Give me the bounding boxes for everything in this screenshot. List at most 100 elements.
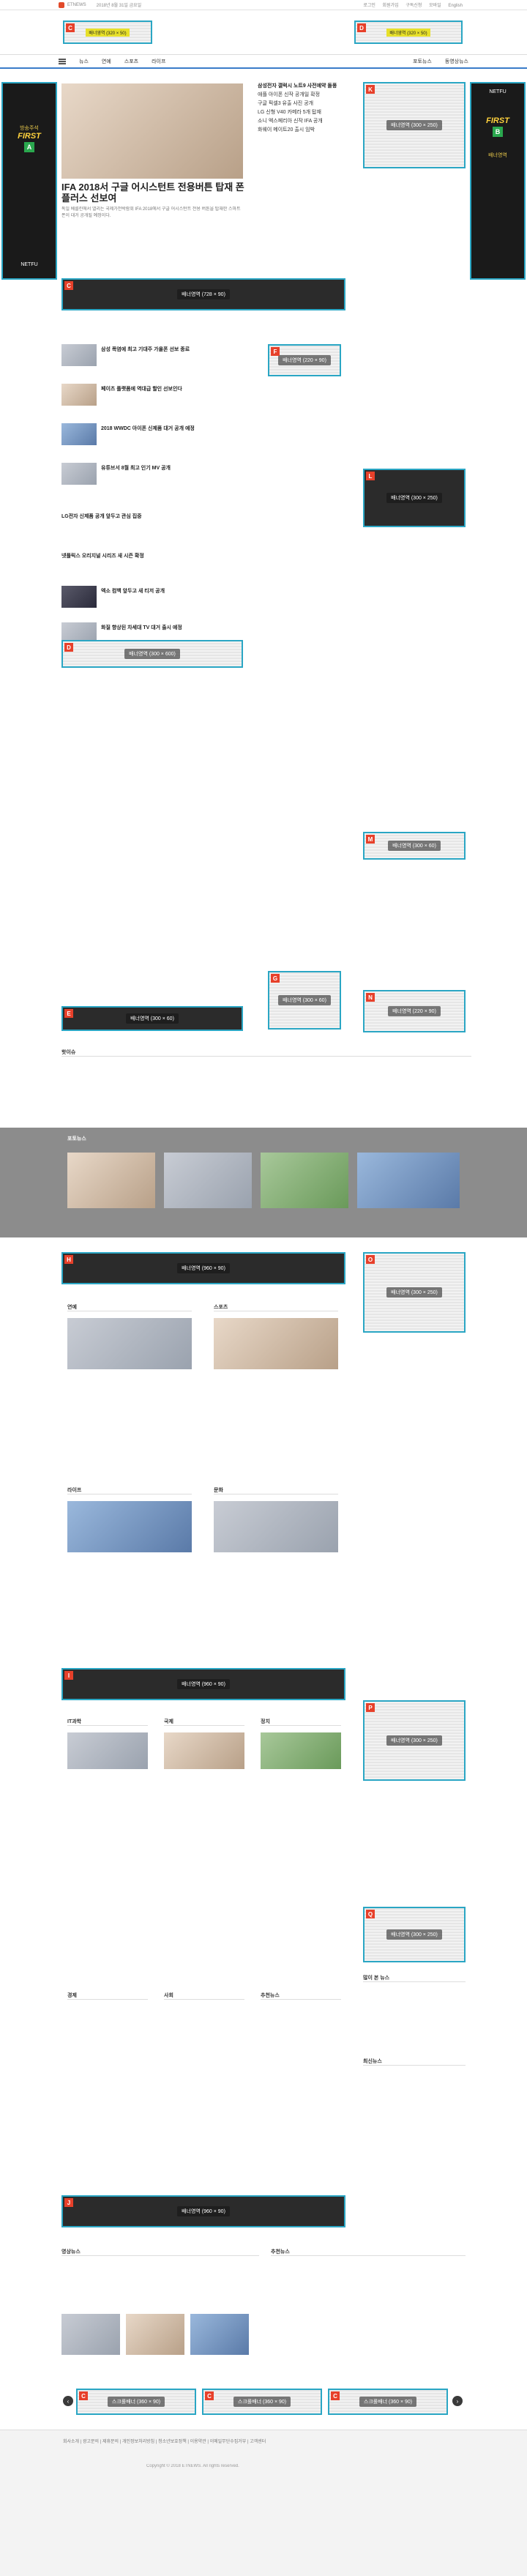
headline-image[interactable]	[61, 83, 243, 179]
ad-label: J	[64, 2198, 73, 2207]
footer-link[interactable]: 광고문의	[83, 2440, 99, 2444]
nav-news[interactable]: 뉴스	[79, 58, 89, 65]
ad-l[interactable]: L 배너영역 (300 × 250)	[363, 469, 466, 527]
side-ad-brand: FIRST	[18, 132, 41, 141]
ad-e[interactable]: E 배너영역 (300 × 60)	[61, 1006, 243, 1031]
top-links: 로그인 회원가입 구독신청 모바일 English	[363, 1, 468, 8]
video-thumb[interactable]	[126, 2314, 184, 2355]
ad-text: 배너영역 (220 × 90)	[278, 355, 331, 365]
hamburger-icon[interactable]	[59, 58, 66, 64]
right-headline-4[interactable]: LG 신형 V40 카메라 5개 탑재	[258, 108, 353, 116]
ad-top-right[interactable]: D 배너영역 (320 × 50)	[354, 21, 463, 44]
list-item[interactable]: 삼성 폭염에 최고 기대주 가을폰 선보 종료	[101, 346, 240, 353]
side-ad-bottom: 배너영역	[488, 153, 507, 158]
ad-h[interactable]: H 배너영역 (960 × 90)	[61, 1252, 345, 1284]
nav-photo[interactable]: 포토뉴스	[413, 58, 432, 65]
list-thumb[interactable]	[61, 384, 97, 406]
section-photo[interactable]	[67, 1732, 148, 1769]
gallery-photo[interactable]	[261, 1153, 348, 1208]
list-item[interactable]: 유튜브서 8월 최고 인기 MV 공개	[101, 464, 240, 472]
list-item[interactable]: 넷플릭스 오리지널 시리즈 새 시즌 확정	[61, 552, 244, 559]
hot-issue-title: 핫이슈	[61, 1049, 471, 1057]
ad-f[interactable]: F 배너영역 (220 × 90)	[268, 344, 341, 376]
ad-text: 배너영역 (960 × 90)	[177, 2206, 230, 2216]
list-item[interactable]: 페이츠 플랫폼에 역대급 할인 선보인다	[101, 385, 240, 392]
ad-j[interactable]: J 배너영역 (960 × 90)	[61, 2195, 345, 2227]
ad-top-left[interactable]: C 배너영역 (320 × 50)	[63, 21, 152, 44]
ad-k[interactable]: K 배너영역 (300 × 250)	[363, 82, 466, 168]
video-thumb[interactable]	[61, 2314, 120, 2355]
footer-link[interactable]: 청소년보호정책	[158, 2440, 187, 2444]
nav-ent[interactable]: 연예	[102, 58, 111, 65]
list-item[interactable]: 엑소 컴백 앞두고 새 티저 공개	[101, 587, 240, 595]
section-ent-title: 연예	[67, 1303, 192, 1311]
section-photo[interactable]	[261, 1732, 341, 1769]
right-headline-3[interactable]: 구글 픽셀3 유출 사진 공개	[258, 100, 353, 107]
side-ad-letter: B	[493, 127, 503, 137]
section-photo[interactable]	[67, 1318, 192, 1369]
side-ad-right[interactable]: NETFU FIRST B 배너영역	[470, 82, 526, 280]
header: C 배너영역 (320 × 50) D 배너영역 (320 × 50)	[0, 10, 527, 54]
section-photo[interactable]	[214, 1318, 338, 1369]
list-thumb[interactable]	[61, 463, 97, 485]
ad-footer-3[interactable]: C 스크롤배너 (360 × 90)	[328, 2389, 448, 2415]
footer-link[interactable]: 이메일무단수집거부	[210, 2440, 247, 2444]
footer: 회사소개 | 광고문의 | 제휴문의 | 개인정보처리방침 | 청소년보호정책 …	[0, 2430, 527, 2576]
english-link[interactable]: English	[448, 4, 463, 8]
signup-link[interactable]: 회원가입	[383, 4, 399, 8]
right-headline-2[interactable]: 애플 아이폰 신작 공개일 확정	[258, 91, 353, 98]
side-ad-left[interactable]: 방송주석 FIRST A NETFU	[1, 82, 57, 280]
list-thumb[interactable]	[61, 586, 97, 608]
video-thumb[interactable]	[190, 2314, 249, 2355]
ad-c-banner[interactable]: C 배너영역 (728 × 90)	[61, 278, 345, 310]
footer-link[interactable]: 제휴문의	[102, 2440, 119, 2444]
list-item[interactable]: 화질 향상된 차세대 TV 대거 출시 예정	[101, 624, 240, 631]
list-thumb[interactable]	[61, 423, 97, 445]
gallery-photo[interactable]	[67, 1153, 155, 1208]
ad-label: Q	[366, 1910, 375, 1918]
nav-life[interactable]: 라이프	[152, 58, 165, 65]
prev-arrow-icon[interactable]: ‹	[63, 2396, 73, 2406]
ad-n[interactable]: N 배너영역 (220 × 90)	[363, 990, 466, 1032]
ad-footer-1[interactable]: C 스크롤배너 (360 × 90)	[76, 2389, 196, 2415]
list-item[interactable]: 2018 WWDC 아이폰 신제품 대거 공개 예정	[101, 425, 240, 432]
ad-i[interactable]: I 배너영역 (960 × 90)	[61, 1668, 345, 1700]
list-thumb[interactable]	[61, 344, 97, 366]
ad-text: 배너영역 (728 × 90)	[177, 289, 230, 299]
section-photo[interactable]	[164, 1732, 244, 1769]
top-logo[interactable]: ETNEWS 2018년 8월 31일 금요일	[59, 1, 141, 8]
mobile-link[interactable]: 모바일	[429, 4, 441, 8]
footer-link[interactable]: 이용약관	[190, 2440, 206, 2444]
ad-o[interactable]: O 배너영역 (300 × 250)	[363, 1252, 466, 1333]
subscribe-link[interactable]: 구독신청	[405, 4, 422, 8]
ad-m[interactable]: M 배너영역 (300 × 60)	[363, 832, 466, 860]
section-photo[interactable]	[67, 1501, 192, 1552]
right-headline-1[interactable]: 삼성전자 갤럭시 노트9 사전예약 돌풍	[258, 82, 353, 89]
ad-label: G	[271, 974, 280, 983]
list-item[interactable]: LG전자 신제품 공개 앞두고 관심 집중	[61, 513, 244, 520]
ad-d[interactable]: D 배너영역 (300 × 600)	[61, 640, 243, 668]
gallery-photo[interactable]	[357, 1153, 460, 1208]
right-headline-5[interactable]: 소니 엑스페리아 신작 IFA 공개	[258, 117, 353, 124]
section-photo[interactable]	[214, 1501, 338, 1552]
section-sports-title: 스포츠	[214, 1303, 338, 1311]
footer-link[interactable]: 고객센터	[250, 2440, 266, 2444]
next-arrow-icon[interactable]: ›	[452, 2396, 463, 2406]
nav-sports[interactable]: 스포츠	[124, 58, 138, 65]
ad-g[interactable]: G 배너영역 (300 × 60)	[268, 971, 341, 1030]
nav-video[interactable]: 동영상뉴스	[445, 58, 468, 65]
section-it-title: IT과학	[67, 1718, 148, 1726]
login-link[interactable]: 로그인	[363, 4, 375, 8]
ad-p[interactable]: P 배너영역 (300 × 250)	[363, 1700, 466, 1781]
headline-title[interactable]: IFA 2018서 구글 어시스턴트 전용버튼 탑재 폰 플러스 선보여	[61, 182, 244, 204]
gallery-photo[interactable]	[164, 1153, 252, 1208]
popular-news-title: 많이 본 뉴스	[363, 1974, 466, 1982]
footer-link[interactable]: 회사소개	[63, 2440, 79, 2444]
right-headline-6[interactable]: 화웨이 메이트20 출시 임박	[258, 126, 353, 133]
ad-q[interactable]: Q 배너영역 (300 × 250)	[363, 1907, 466, 1962]
ad-footer-2[interactable]: C 스크롤배너 (360 × 90)	[202, 2389, 322, 2415]
ad-label: F	[271, 347, 280, 356]
ad-text: 배너영역 (300 × 250)	[386, 493, 442, 503]
footer-link[interactable]: 개인정보처리방침	[122, 2440, 154, 2444]
ad-text: 배너영역 (300 × 60)	[126, 1013, 179, 1024]
